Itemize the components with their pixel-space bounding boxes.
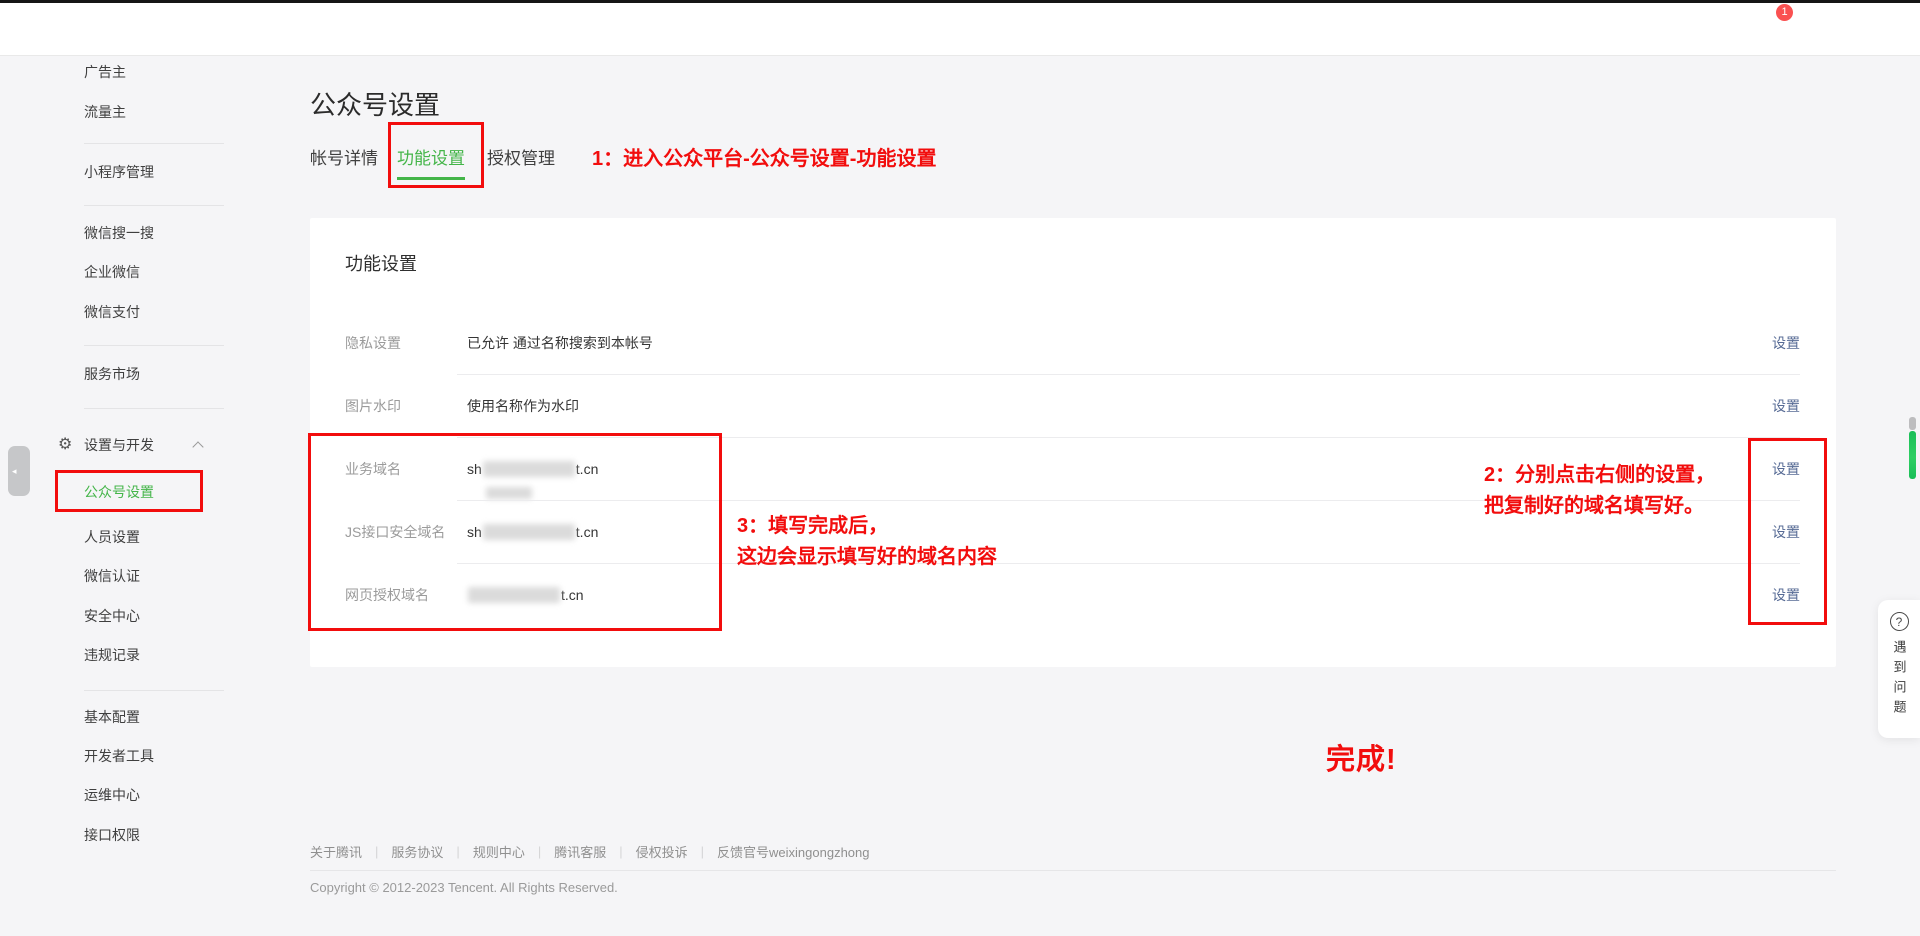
tab-account-details[interactable]: 帐号详情 xyxy=(310,146,378,172)
annotation-step1: 1：进入公众平台-公众号设置-功能设置 xyxy=(592,144,936,174)
domain-suffix: t.cn xyxy=(576,461,599,477)
divider xyxy=(84,345,224,346)
divider xyxy=(84,408,224,409)
sidebar-item-wechat-pay[interactable]: 微信支付 xyxy=(0,292,230,332)
help-widget-label: 遇到问题 xyxy=(1890,640,1909,720)
divider xyxy=(310,870,1836,871)
divider: | xyxy=(375,844,378,859)
divider: | xyxy=(619,844,622,859)
settings-link[interactable]: 设置 xyxy=(1772,585,1800,605)
domain-suffix: t.cn xyxy=(576,524,599,540)
chevron-up-icon xyxy=(192,441,203,452)
redacted-text xyxy=(486,487,532,499)
settings-row-privacy: 隐私设置 已允许 通过名称搜索到本帐号 设置 xyxy=(345,311,1800,374)
footer-link-support[interactable]: 腾讯客服 xyxy=(554,842,606,861)
divider: | xyxy=(538,844,541,859)
settings-link[interactable]: 设置 xyxy=(1772,396,1800,416)
domain-prefix: sh xyxy=(467,461,482,477)
notification-badge: 1 xyxy=(1776,4,1793,21)
card-title: 功能设置 xyxy=(345,250,417,276)
domain-suffix: t.cn xyxy=(561,587,584,603)
help-widget[interactable]: ? 遇到问题 xyxy=(1878,600,1920,738)
sidebar-item-label: 设置与开发 xyxy=(84,437,154,453)
divider: | xyxy=(701,844,704,859)
domain-prefix: sh xyxy=(467,524,482,540)
row-value: sh t.cn xyxy=(467,524,1772,540)
tab-function-settings[interactable]: 功能设置 xyxy=(397,146,465,172)
sidebar-item-settings-dev[interactable]: ⚙ 设置与开发 xyxy=(0,425,230,465)
footer-link-feedback[interactable]: 反馈官号weixingongzhong xyxy=(717,842,869,861)
collapse-arrow-icon: ◂ xyxy=(12,466,17,477)
redacted-text xyxy=(468,587,560,603)
row-label: 业务域名 xyxy=(345,459,467,479)
question-mark-icon: ? xyxy=(1890,612,1909,631)
settings-link[interactable]: 设置 xyxy=(1772,522,1800,542)
row-value: t.cn xyxy=(467,587,1772,603)
divider xyxy=(84,143,224,144)
settings-row-oauth-domain: 网页授权域名 t.cn 设置 xyxy=(345,563,1800,626)
footer-links: 关于腾讯 | 服务协议 | 规则中心 | 腾讯客服 | 侵权投诉 | 反馈官号weixin… xyxy=(310,842,870,861)
tab-authorization[interactable]: 授权管理 xyxy=(487,146,555,172)
redacted-text xyxy=(483,524,575,540)
sidebar-item-dev-tools[interactable]: 开发者工具 xyxy=(0,736,230,776)
gear-icon: ⚙ xyxy=(58,425,72,465)
app-header xyxy=(0,3,1920,56)
sidebar-item-traffic[interactable]: 流量主 xyxy=(0,92,230,132)
sidebar-item-advertiser[interactable]: 广告主 xyxy=(0,52,230,92)
settings-row-js-safe-domain: JS接口安全域名 sh t.cn 设置 xyxy=(345,500,1800,563)
scrollbar-track[interactable] xyxy=(1909,417,1916,430)
row-label: 网页授权域名 xyxy=(345,585,467,605)
sidebar-item-account-settings[interactable]: 公众号设置 xyxy=(0,472,230,512)
footer-link-about[interactable]: 关于腾讯 xyxy=(310,842,362,861)
sidebar-item-staff-settings[interactable]: 人员设置 xyxy=(0,517,230,557)
sidebar-item-miniprogram[interactable]: 小程序管理 xyxy=(0,152,230,192)
settings-row-business-domain: 业务域名 sh t.cn 设置 xyxy=(345,437,1800,500)
sidebar-item-service-market[interactable]: 服务市场 xyxy=(0,354,230,394)
row-label: 图片水印 xyxy=(345,396,467,416)
sidebar-item-verification[interactable]: 微信认证 xyxy=(0,556,230,596)
annotation-done: 完成! xyxy=(1326,736,1397,778)
sidebar-item-wecom[interactable]: 企业微信 xyxy=(0,252,230,292)
footer-link-complaint[interactable]: 侵权投诉 xyxy=(636,842,688,861)
copyright: Copyright © 2012-2023 Tencent. All Right… xyxy=(310,880,618,895)
scrollbar-thumb[interactable] xyxy=(1909,431,1916,479)
sidebar-item-security-center[interactable]: 安全中心 xyxy=(0,596,230,636)
footer-link-terms[interactable]: 服务协议 xyxy=(391,842,443,861)
sidebar-item-basic-config[interactable]: 基本配置 xyxy=(0,697,230,737)
row-label: JS接口安全域名 xyxy=(345,522,467,542)
page-title: 公众号设置 xyxy=(310,85,440,122)
sidebar-item-violations[interactable]: 违规记录 xyxy=(0,635,230,675)
row-value: 已允许 通过名称搜索到本帐号 xyxy=(467,333,1772,353)
sidebar-item-search[interactable]: 微信搜一搜 xyxy=(0,213,230,253)
divider xyxy=(84,690,224,691)
active-tab-underline xyxy=(397,177,465,180)
row-label: 隐私设置 xyxy=(345,333,467,353)
sidebar: 广告主 流量主 小程序管理 微信搜一搜 企业微信 微信支付 服务市场 ⚙ 设置与… xyxy=(0,56,230,936)
redacted-text xyxy=(483,461,575,477)
settings-row-watermark: 图片水印 使用名称作为水印 设置 xyxy=(345,374,1800,437)
sidebar-item-api-permissions[interactable]: 接口权限 xyxy=(0,815,230,855)
settings-link[interactable]: 设置 xyxy=(1772,333,1800,353)
divider: | xyxy=(456,844,459,859)
footer-link-rules[interactable]: 规则中心 xyxy=(473,842,525,861)
divider xyxy=(84,205,224,206)
row-value: sh t.cn xyxy=(467,461,1772,477)
settings-link[interactable]: 设置 xyxy=(1772,459,1800,479)
sidebar-item-ops-center[interactable]: 运维中心 xyxy=(0,775,230,815)
sidebar-collapse-handle[interactable]: ◂ xyxy=(8,446,30,496)
row-value: 使用名称作为水印 xyxy=(467,396,1772,416)
